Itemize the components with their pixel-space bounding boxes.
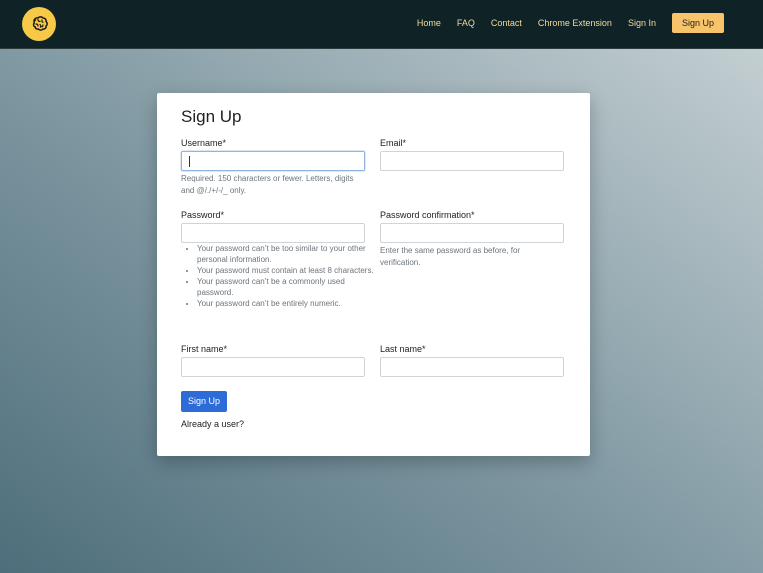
nav-link-faq[interactable]: FAQ <box>457 13 475 33</box>
nav-sign-up-button[interactable]: Sign Up <box>671 13 724 33</box>
username-field[interactable] <box>181 151 365 171</box>
nav-link-home[interactable]: Home <box>417 13 441 33</box>
email-field[interactable] <box>380 151 564 171</box>
page-title: Sign Up <box>181 107 242 126</box>
username-label: Username* <box>181 138 227 148</box>
last-name-field[interactable] <box>380 357 564 377</box>
navbar: Home FAQ Contact Chrome Extension Sign I… <box>0 0 763 49</box>
signup-card: Sign Up Username* Required. 150 characte… <box>157 93 590 456</box>
nav-link-sign-in[interactable]: Sign In <box>628 13 656 33</box>
text-caret <box>189 156 190 167</box>
sign-up-button[interactable]: Sign Up <box>181 391 228 412</box>
password-rule: Your password can’t be entirely numeric. <box>197 298 377 309</box>
first-name-label: First name* <box>181 344 228 354</box>
password-confirmation-label: Password confirmation* <box>380 210 475 220</box>
password-rules-list: Your password can’t be too similar to yo… <box>185 243 377 309</box>
nav-link-contact[interactable]: Contact <box>491 13 522 33</box>
username-help-text: Required. 150 characters or fewer. Lette… <box>181 174 354 195</box>
brain-icon[interactable] <box>22 7 56 41</box>
last-name-label: Last name* <box>380 344 426 354</box>
password-label: Password* <box>181 210 225 220</box>
nav-link-chrome-extension[interactable]: Chrome Extension <box>538 13 612 33</box>
password-rule: Your password must contain at least 8 ch… <box>197 265 377 276</box>
password-confirmation-help-text: Enter the same password as before, for v… <box>380 246 521 267</box>
already-user-link[interactable]: Already a user? <box>181 419 244 429</box>
first-name-field[interactable] <box>181 357 365 377</box>
email-label: Email* <box>380 138 407 148</box>
password-confirmation-field[interactable] <box>380 223 564 243</box>
password-field[interactable] <box>181 223 365 243</box>
nav-links: Home FAQ Contact Chrome Extension Sign I… <box>401 13 724 33</box>
password-rule: Your password can’t be too similar to yo… <box>197 243 377 265</box>
password-rule: Your password can’t be a commonly used p… <box>197 276 377 298</box>
